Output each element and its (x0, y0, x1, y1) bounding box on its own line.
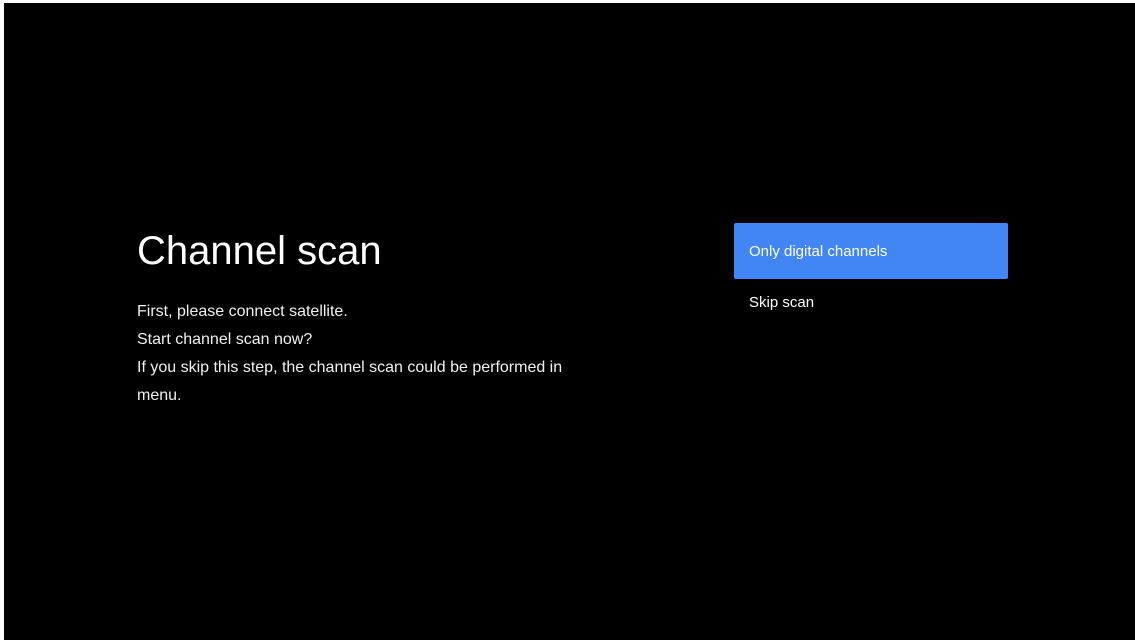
only-digital-channels-button[interactable]: Only digital channels (734, 223, 1008, 279)
option-label: Skip scan (749, 294, 815, 311)
page-title: Channel scan (137, 229, 382, 273)
scan-options-list: Only digital channels Skip scan (734, 223, 1008, 340)
channel-scan-screen: Channel scan First, please connect satel… (4, 3, 1135, 640)
option-label: Only digital channels (749, 242, 888, 260)
description-line: If you skip this step, the channel scan … (137, 359, 563, 376)
description-line: Start channel scan now? (137, 331, 313, 348)
skip-scan-button[interactable]: Skip scan (734, 294, 1008, 340)
description-line: First, please connect satellite. (137, 303, 348, 320)
description-text: First, please connect satellite. Start c… (137, 298, 617, 410)
description-line: menu. (137, 387, 182, 404)
